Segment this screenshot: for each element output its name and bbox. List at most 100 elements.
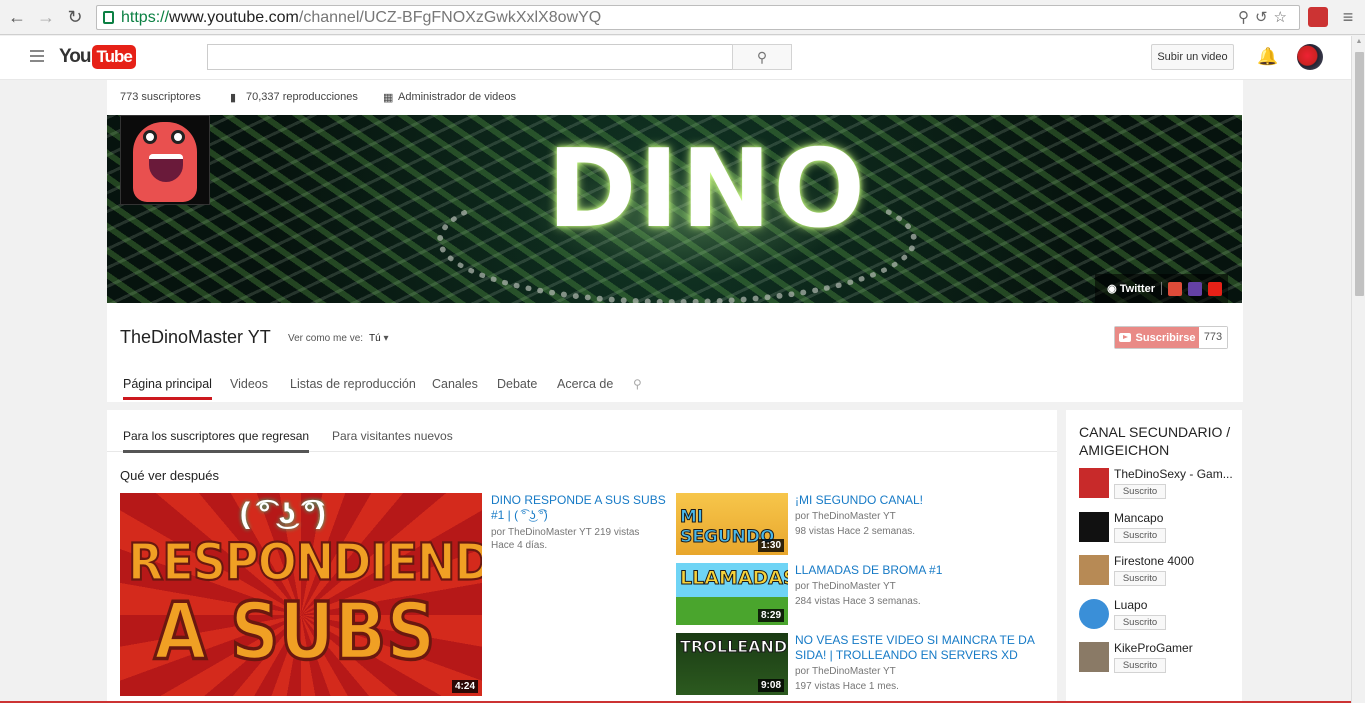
tab-new-visitors[interactable]: Para visitantes nuevos — [332, 429, 453, 443]
channel-name[interactable]: TheDinoSexy - Gam... — [1114, 467, 1232, 481]
subscriber-count: 773 suscriptores — [120, 91, 201, 103]
video-title[interactable]: LLAMADAS DE BROMA #1 — [795, 563, 1035, 578]
featured-channels-sidebar: CANAL SECUNDARIO / AMIGEICHON TheDinoSex… — [1066, 410, 1242, 703]
tab-videos[interactable]: Videos — [230, 377, 268, 391]
subscribe-button[interactable]: Suscribirse 773 — [1114, 326, 1228, 349]
video-title[interactable]: NO VEAS ESTE VIDEO SI MAINCRA TE DA SIDA… — [795, 633, 1035, 663]
featured-video-title[interactable]: DINO RESPONDE A SUS SUBS #1 | ( ͡° ͜ʖ ͡°… — [491, 493, 671, 523]
video-author[interactable]: por TheDinoMaster YT — [795, 510, 1035, 523]
url-text: https://www.youtube.com/channel/UCZ-BFgF… — [121, 9, 602, 26]
arrow-right-icon[interactable]: → — [35, 6, 57, 28]
channel-avatar[interactable] — [1079, 642, 1109, 672]
featured-video-thumbnail[interactable]: ( ͡° ͜ʖ ͡°) RESPONDIENDO A SUBS 4:24 — [120, 493, 482, 696]
subscribed-button[interactable]: Suscrito — [1114, 528, 1166, 543]
notifications-bell-icon[interactable]: 🔔 — [1257, 47, 1278, 67]
reload-icon[interactable]: ↻ — [64, 6, 86, 28]
monster-avatar-art — [133, 122, 197, 202]
video-thumbnail[interactable]: MI SEGUNDO 1:30 — [676, 493, 788, 555]
channel-name[interactable]: Mancapo — [1114, 511, 1232, 525]
channel-avatar[interactable] — [1079, 555, 1109, 585]
channel-name[interactable]: Firestone 4000 — [1114, 554, 1232, 568]
featured-video-info: DINO RESPONDE A SUS SUBS #1 | ( ͡° ͜ʖ ͡°… — [491, 493, 671, 552]
menu-icon[interactable]: ≡ — [1338, 6, 1358, 28]
sidebar-channel-item: Firestone 4000 Suscrito — [1079, 554, 1239, 591]
subscribed-button[interactable]: Suscrito — [1114, 615, 1166, 630]
tab-home[interactable]: Página principal — [123, 377, 212, 400]
extension-icon[interactable] — [1308, 7, 1328, 27]
video-item[interactable]: TROLLEANDO 9:08 NO VEAS ESTE VIDEO SI MA… — [676, 633, 1046, 695]
view-count[interactable]: 70,337 reproducciones — [246, 91, 358, 103]
video-duration: 4:24 — [451, 680, 478, 693]
search-button[interactable]: ⚲ — [732, 44, 792, 70]
browser-toolbar: ← → ↻ https://www.youtube.com/channel/UC… — [0, 0, 1365, 35]
scroll-up-icon: ▲ — [1355, 38, 1363, 45]
scrollbar-thumb — [1355, 52, 1364, 296]
account-avatar[interactable] — [1297, 44, 1323, 70]
sidebar-channel-item: TheDinoSexy - Gam... Suscrito — [1079, 467, 1239, 504]
google-plus-icon[interactable] — [1168, 281, 1182, 296]
twitter-link[interactable]: ◉ Twitter — [1101, 282, 1162, 295]
tab-discussion[interactable]: Debate — [497, 377, 537, 391]
tab-returning-subscribers[interactable]: Para los suscriptores que regresan — [123, 429, 310, 453]
video-item[interactable]: LLAMADAS 8:29 LLAMADAS DE BROMA #1 por T… — [676, 563, 1046, 625]
subscribe-count: 773 — [1199, 327, 1227, 348]
twitch-icon[interactable] — [1188, 281, 1202, 296]
channel-title[interactable]: TheDinoMaster YT — [120, 327, 271, 348]
video-thumbnail[interactable]: LLAMADAS 8:29 — [676, 563, 788, 625]
view-as-selector[interactable]: Ver como me ve: Tú ▾ — [288, 333, 389, 344]
address-bar[interactable]: https://www.youtube.com/channel/UCZ-BFgF… — [96, 5, 1300, 30]
channel-avatar[interactable] — [120, 115, 210, 205]
thumb-text-line2: A SUBS — [152, 585, 436, 679]
social-links: ◉ Twitter — [1095, 274, 1228, 303]
banner-title: DINO — [547, 127, 868, 252]
channel-banner: DINO ◉ Twitter — [107, 115, 1242, 303]
youtube-logo[interactable]: You Tube — [59, 44, 136, 70]
guide-menu-icon[interactable] — [30, 50, 44, 62]
channel-name[interactable]: KikeProGamer — [1114, 641, 1232, 655]
video-thumbnail[interactable]: TROLLEANDO 9:08 — [676, 633, 788, 695]
video-item[interactable]: MI SEGUNDO 1:30 ¡MI SEGUNDO CANAL! por T… — [676, 493, 1046, 555]
tab-about[interactable]: Acerca de — [557, 377, 613, 391]
tab-playlists[interactable]: Listas de reproducción — [290, 377, 416, 391]
youtube-icon[interactable] — [1208, 281, 1222, 296]
upload-button[interactable]: Subir un video — [1151, 44, 1234, 70]
channel-avatar[interactable] — [1079, 599, 1109, 629]
tab-channels[interactable]: Canales — [432, 377, 478, 391]
lock-icon — [103, 11, 114, 24]
channel-avatar[interactable] — [1079, 512, 1109, 542]
channel-name[interactable]: Luapo — [1114, 598, 1232, 612]
twitter-icon: ◉ — [1107, 283, 1117, 295]
subscribed-button[interactable]: Suscrito — [1114, 658, 1166, 673]
channel-tabs: Página principal Videos Listas de reprod… — [107, 370, 1243, 402]
sidebar-channel-item: Luapo Suscrito — [1079, 598, 1239, 635]
sidebar-channel-item: KikeProGamer Suscrito — [1079, 641, 1239, 678]
video-author[interactable]: por TheDinoMaster YT — [795, 665, 1035, 678]
video-manager-link[interactable]: Administrador de videos — [398, 91, 516, 103]
video-title[interactable]: ¡MI SEGUNDO CANAL! — [795, 493, 1035, 508]
zoom-icon: ⚲ — [1237, 9, 1255, 26]
channel-search-icon[interactable]: ⚲ — [633, 377, 642, 391]
featured-video-meta: por TheDinoMaster YT 219 vistas — [491, 527, 640, 538]
channel-main: Para los suscriptores que regresan Para … — [107, 410, 1057, 703]
channel-header: 773 suscriptores ▮ 70,337 reproducciones… — [107, 80, 1243, 402]
page-scrollbar[interactable]: ▲ — [1351, 36, 1365, 703]
thumb-face-text: ( ͡° ͜ʖ ͡°) — [240, 497, 326, 530]
channel-avatar[interactable] — [1079, 468, 1109, 498]
star-icon: ☆ — [1273, 9, 1293, 26]
video-stats: 284 vistas Hace 3 semanas. — [795, 596, 921, 607]
video-stats: 197 vistas Hace 1 mes. — [795, 681, 899, 692]
arrow-left-icon[interactable]: ← — [6, 6, 28, 28]
audience-tabs: Para los suscriptores que regresan Para … — [107, 410, 1057, 453]
caret-down-icon: ▾ — [383, 333, 389, 344]
sidebar-title: CANAL SECUNDARIO / AMIGEICHON — [1079, 424, 1231, 458]
video-author[interactable]: por TheDinoMaster YT — [795, 580, 1035, 593]
search-input[interactable] — [207, 44, 733, 70]
subscribed-button[interactable]: Suscrito — [1114, 484, 1166, 499]
thumb-text-line1: RESPONDIENDO — [127, 531, 482, 593]
youtube-masthead: You Tube ⚲ Subir un video 🔔 — [0, 36, 1351, 80]
youtube-play-icon — [1118, 333, 1131, 342]
video-manager-icon: ▦ — [383, 92, 394, 104]
featured-video-age: Hace 4 días. — [491, 540, 548, 551]
subscribed-button[interactable]: Suscrito — [1114, 571, 1166, 586]
address-bar-icons[interactable]: ⚲↺☆ — [1238, 8, 1293, 26]
